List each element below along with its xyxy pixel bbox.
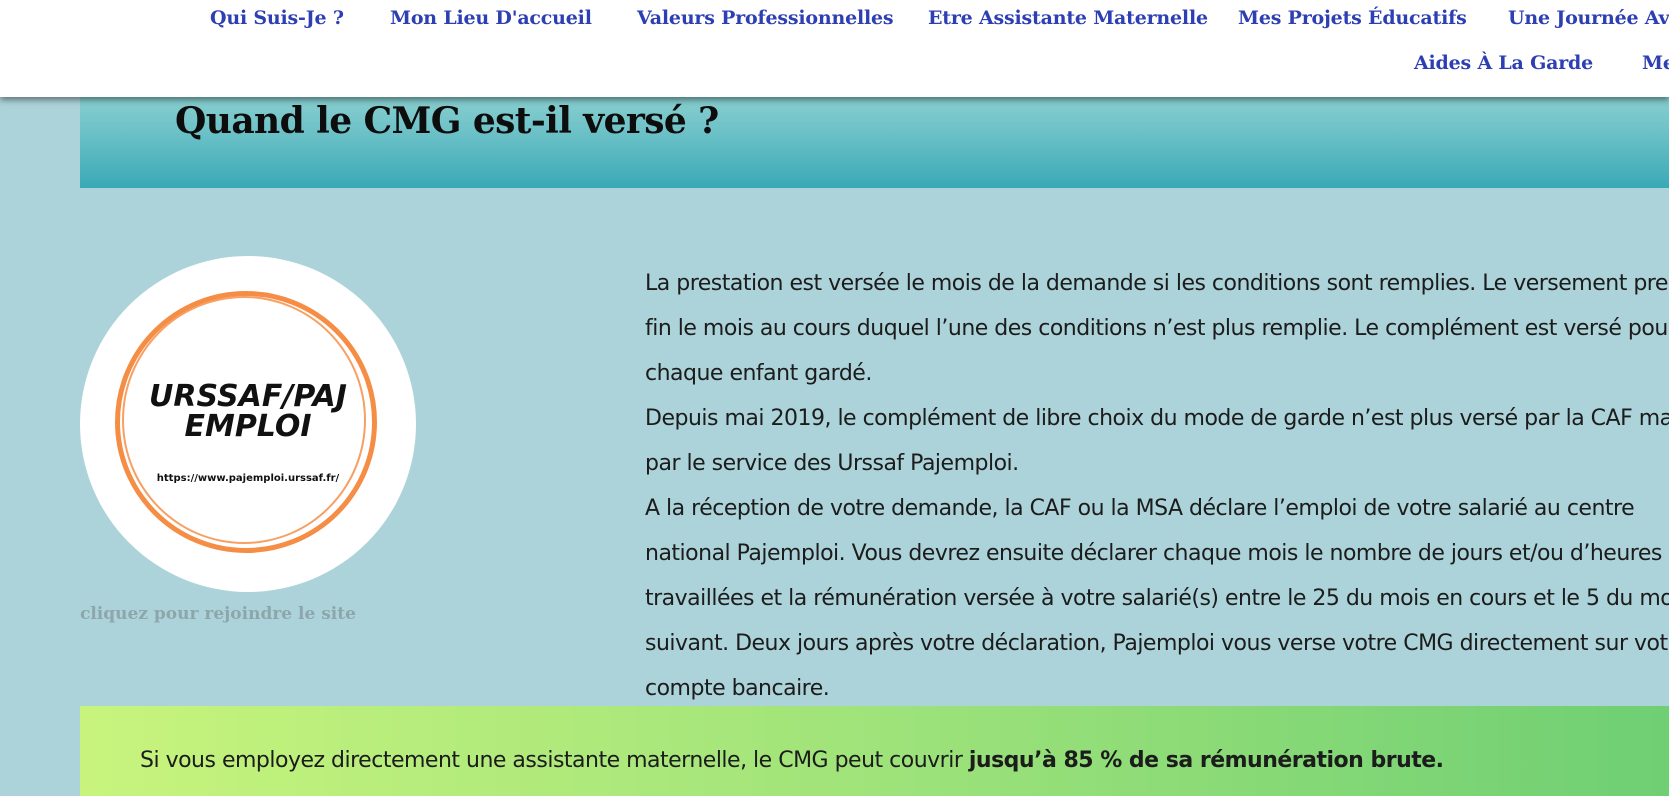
paragraph-declaration: A la réception de votre demande, la CAF …	[645, 496, 1669, 701]
nav-link-qui-suis-je[interactable]: Qui Suis-Je ?	[210, 7, 344, 29]
top-navigation: Qui Suis-Je ? Mon Lieu D'accueil Valeurs…	[0, 0, 1669, 97]
logo-title-line-2: EMPLOI	[184, 409, 312, 444]
nav-link-valeurs-professionnelles[interactable]: Valeurs Professionnelles	[637, 7, 894, 29]
section-title: Quand le CMG est-il versé ?	[175, 100, 719, 142]
nav-link-une-journee[interactable]: Une Journée Ave	[1508, 7, 1669, 29]
banner-text-regular: Si vous employez directement une assista…	[140, 748, 969, 773]
pajemploi-logo-link[interactable]: URSSAF/PAJ EMPLOI https://www.pajemploi.…	[80, 256, 416, 592]
paragraph-urssaf: Depuis mai 2019, le complément de libre …	[645, 406, 1669, 476]
logo-caption: cliquez pour rejoindre le site	[80, 604, 356, 624]
nav-link-mes-projets-educatifs[interactable]: Mes Projets Éducatifs	[1238, 7, 1467, 29]
nav-link-more[interactable]: Me	[1642, 52, 1669, 74]
banner-text-bold: jusqu’à 85 % de sa rémunération brute.	[968, 748, 1444, 773]
paragraph-versement: La prestation est versée le mois de la d…	[645, 271, 1669, 386]
banner-text: Si vous employez directement une assista…	[140, 748, 1444, 773]
nav-link-aides-a-la-garde[interactable]: Aides À La Garde	[1414, 52, 1593, 74]
info-banner: Si vous employez directement une assista…	[80, 706, 1669, 796]
logo-url: https://www.pajemploi.urssaf.fr/	[156, 473, 340, 484]
logo-title: URSSAF/PAJ EMPLOI	[80, 382, 416, 442]
content-text: La prestation est versée le mois de la d…	[645, 261, 1669, 711]
nav-link-mon-lieu-daccueil[interactable]: Mon Lieu D'accueil	[390, 7, 592, 29]
nav-link-etre-assistante-maternelle[interactable]: Etre Assistante Maternelle	[928, 7, 1208, 29]
